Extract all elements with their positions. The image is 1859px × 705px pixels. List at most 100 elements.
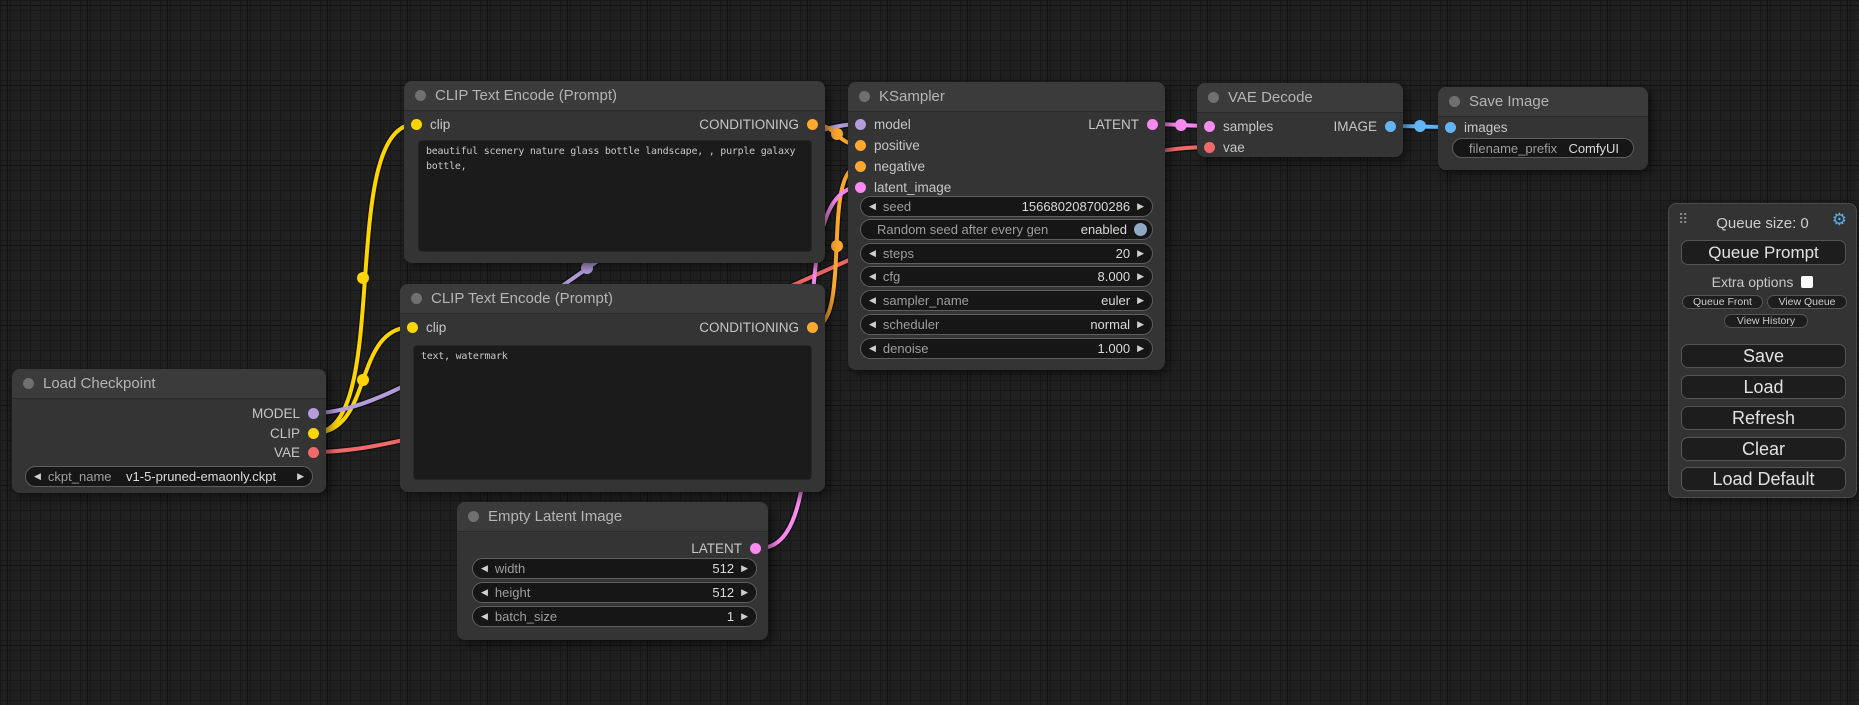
clip-input-dot[interactable]	[411, 119, 422, 130]
increment-icon[interactable]: ▶	[1137, 296, 1144, 305]
width-widget[interactable]: ◀ width 512 ▶	[472, 558, 757, 579]
increment-icon[interactable]: ▶	[1137, 344, 1144, 353]
increment-icon[interactable]: ▶	[1137, 320, 1144, 329]
clip-text-encode-negative-node[interactable]: CLIP Text Encode (Prompt) clip CONDITION…	[400, 284, 825, 492]
decrement-icon[interactable]: ◀	[481, 588, 488, 597]
node-collapse-dot-icon[interactable]	[23, 378, 34, 389]
negative-input-dot[interactable]	[855, 161, 866, 172]
node-collapse-dot-icon[interactable]	[1449, 96, 1460, 107]
node-collapse-dot-icon[interactable]	[411, 293, 422, 304]
load-checkpoint-node[interactable]: Load Checkpoint MODEL CLIP VAE ◀ ckpt_na…	[12, 369, 326, 493]
decrement-icon[interactable]: ◀	[481, 564, 488, 573]
conditioning-output-dot[interactable]	[807, 322, 818, 333]
vae-decode-node[interactable]: VAE Decode samples vae IMAGE	[1197, 83, 1403, 157]
empty-latent-image-node[interactable]: Empty Latent Image LATENT ◀ width 512 ▶ …	[457, 502, 768, 640]
latent-image-input-port[interactable]: latent_image	[855, 177, 951, 197]
queue-prompt-button[interactable]: Queue Prompt	[1681, 240, 1846, 265]
increment-icon[interactable]: ▶	[741, 588, 748, 597]
images-input-dot[interactable]	[1445, 122, 1456, 133]
model-output-port[interactable]: MODEL	[252, 403, 319, 423]
vae-input-dot[interactable]	[1204, 142, 1215, 153]
clip-input-port[interactable]: clip	[411, 114, 450, 134]
node-title-bar[interactable]: Empty Latent Image	[457, 502, 768, 532]
node-title-bar[interactable]: Load Checkpoint	[12, 369, 326, 399]
latent-output-port[interactable]: LATENT	[691, 538, 761, 558]
save-button[interactable]: Save	[1681, 344, 1846, 368]
node-title-bar[interactable]: KSampler	[848, 82, 1165, 112]
settings-gear-icon[interactable]: ⚙	[1832, 211, 1847, 228]
save-image-node[interactable]: Save Image images filename_prefix ComfyU…	[1438, 87, 1648, 170]
scheduler-widget[interactable]: ◀ scheduler normal ▶	[860, 314, 1153, 335]
clip-input-dot[interactable]	[407, 322, 418, 333]
latent-output-dot[interactable]	[750, 543, 761, 554]
positive-input-port[interactable]: positive	[855, 135, 920, 155]
increment-icon[interactable]: ▶	[1137, 202, 1144, 211]
enabled-toggle-icon[interactable]	[1134, 223, 1147, 236]
clip-input-port[interactable]: clip	[407, 317, 446, 337]
images-input-port[interactable]: images	[1445, 117, 1508, 137]
clear-button[interactable]: Clear	[1681, 437, 1846, 461]
decrement-icon[interactable]: ◀	[869, 344, 876, 353]
node-title-bar[interactable]: Save Image	[1438, 87, 1648, 117]
node-title-bar[interactable]: CLIP Text Encode (Prompt)	[404, 81, 825, 111]
increment-icon[interactable]: ▶	[1137, 272, 1144, 281]
latent-output-dot[interactable]	[1147, 119, 1158, 130]
image-output-port[interactable]: IMAGE	[1333, 116, 1396, 136]
decrement-icon[interactable]: ◀	[34, 472, 41, 481]
decrement-icon[interactable]: ◀	[869, 249, 876, 258]
decrement-icon[interactable]: ◀	[869, 202, 876, 211]
positive-input-dot[interactable]	[855, 140, 866, 151]
load-button[interactable]: Load	[1681, 375, 1846, 399]
latent-image-input-dot[interactable]	[855, 182, 866, 193]
model-input-dot[interactable]	[855, 119, 866, 130]
node-collapse-dot-icon[interactable]	[415, 90, 426, 101]
samples-input-port[interactable]: samples	[1204, 116, 1273, 136]
model-input-port[interactable]: model	[855, 114, 911, 134]
increment-icon[interactable]: ▶	[741, 564, 748, 573]
load-default-button[interactable]: Load Default	[1681, 467, 1846, 491]
refresh-button[interactable]: Refresh	[1681, 406, 1846, 430]
decrement-icon[interactable]: ◀	[869, 320, 876, 329]
samples-input-dot[interactable]	[1204, 121, 1215, 132]
conditioning-output-port[interactable]: CONDITIONING	[699, 317, 818, 337]
conditioning-output-dot[interactable]	[807, 119, 818, 130]
vae-output-dot[interactable]	[308, 447, 319, 458]
batch-size-widget[interactable]: ◀ batch_size 1 ▶	[472, 606, 757, 627]
clip-text-encode-positive-node[interactable]: CLIP Text Encode (Prompt) clip CONDITION…	[404, 81, 825, 263]
cfg-widget[interactable]: ◀ cfg 8.000 ▶	[860, 266, 1153, 287]
conditioning-output-port[interactable]: CONDITIONING	[699, 114, 818, 134]
clip-output-dot[interactable]	[308, 428, 319, 439]
negative-input-port[interactable]: negative	[855, 156, 925, 176]
increment-icon[interactable]: ▶	[741, 612, 748, 621]
view-history-button[interactable]: View History	[1724, 314, 1808, 328]
node-collapse-dot-icon[interactable]	[859, 91, 870, 102]
image-output-dot[interactable]	[1385, 121, 1396, 132]
decrement-icon[interactable]: ◀	[481, 612, 488, 621]
clip-output-port[interactable]: CLIP	[270, 423, 319, 443]
filename-prefix-widget[interactable]: filename_prefix ComfyUI	[1452, 138, 1634, 158]
node-title-bar[interactable]: CLIP Text Encode (Prompt)	[400, 284, 825, 314]
denoise-widget[interactable]: ◀ denoise 1.000 ▶	[860, 338, 1153, 359]
seed-widget[interactable]: ◀ seed 156680208700286 ▶	[860, 196, 1153, 217]
height-widget[interactable]: ◀ height 512 ▶	[472, 582, 757, 603]
ksampler-node[interactable]: KSampler model positive negative latent_…	[848, 82, 1165, 370]
node-collapse-dot-icon[interactable]	[1208, 92, 1219, 103]
latent-output-port[interactable]: LATENT	[1088, 114, 1158, 134]
vae-input-port[interactable]: vae	[1204, 137, 1245, 157]
ckpt-name-widget[interactable]: ◀ ckpt_name v1-5-pruned-emaonly.ckpt ▶	[25, 466, 313, 487]
sampler-name-widget[interactable]: ◀ sampler_name euler ▶	[860, 290, 1153, 311]
decrement-icon[interactable]: ◀	[869, 272, 876, 281]
model-output-dot[interactable]	[308, 408, 319, 419]
node-collapse-dot-icon[interactable]	[468, 511, 479, 522]
view-queue-button[interactable]: View Queue	[1767, 295, 1847, 309]
steps-widget[interactable]: ◀ steps 20 ▶	[860, 243, 1153, 264]
node-title-bar[interactable]: VAE Decode	[1197, 83, 1403, 113]
extra-options-checkbox[interactable]	[1801, 276, 1813, 288]
increment-icon[interactable]: ▶	[1137, 249, 1144, 258]
node-graph-canvas[interactable]: Load Checkpoint MODEL CLIP VAE ◀ ckpt_na…	[0, 0, 1859, 705]
decrement-icon[interactable]: ◀	[869, 296, 876, 305]
random-seed-widget[interactable]: Random seed after every gen enabled	[860, 219, 1153, 240]
queue-front-button[interactable]: Queue Front	[1682, 295, 1763, 309]
vae-output-port[interactable]: VAE	[274, 442, 319, 462]
increment-icon[interactable]: ▶	[297, 472, 304, 481]
